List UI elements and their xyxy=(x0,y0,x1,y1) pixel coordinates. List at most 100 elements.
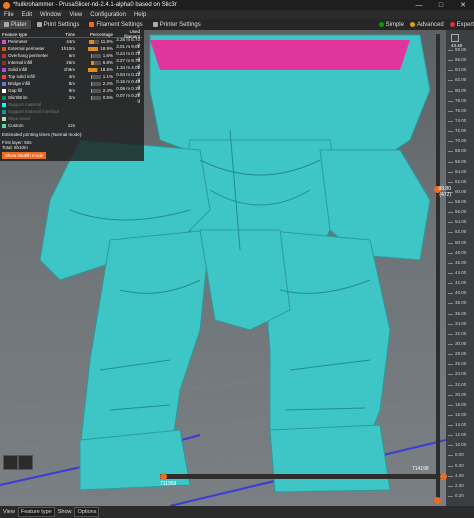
show-stealth-mode-button[interactable]: Show stealth mode xyxy=(2,152,47,159)
3d-view-toggle-icon[interactable] xyxy=(3,455,18,470)
legend-feature: Perimeter xyxy=(2,39,59,44)
slider-tick-label: 6.00 xyxy=(455,462,464,468)
used-length: 0.06 m xyxy=(116,85,130,91)
slider-tick-label: 62.00 xyxy=(455,178,467,184)
slider-tick-mark xyxy=(448,465,453,467)
current-layer-number: (472) xyxy=(439,192,451,198)
legend-panel: Feature type Time Percentage Used filame… xyxy=(0,29,144,161)
slider-tick-mark xyxy=(448,151,453,153)
tab-plater[interactable]: Plater xyxy=(0,20,31,29)
slider-lower-handle[interactable] xyxy=(434,497,441,504)
slider-tick-mark xyxy=(448,414,453,416)
slider-tick-label: 52.00 xyxy=(455,229,467,235)
slider-tick-label: 80.00 xyxy=(455,87,467,93)
feature-name: Bridge infill xyxy=(8,81,31,86)
percentage-bar-fill xyxy=(90,81,92,86)
feature-percentage: 18.5% xyxy=(75,67,113,72)
tab-print-settings[interactable]: Print Settings xyxy=(33,20,84,29)
feature-name: Support material xyxy=(8,102,42,107)
slider-tick-mark xyxy=(448,404,453,406)
feature-time: 9m xyxy=(68,88,75,93)
mode-label: Advanced xyxy=(416,21,444,28)
view-label: View xyxy=(3,509,15,515)
slider-tick-label: 46.00 xyxy=(455,259,467,265)
slider-tick-label: 20.00 xyxy=(455,391,467,397)
percentage-bar-fill xyxy=(88,67,98,72)
percentage-bar-fill xyxy=(90,74,92,79)
menu-file[interactable]: File xyxy=(0,12,18,18)
close-button[interactable]: ✕ xyxy=(452,1,474,9)
menu-configuration[interactable]: Configuration xyxy=(86,12,130,18)
header-percentage: Percentage xyxy=(89,31,113,37)
percentage-bar-fill xyxy=(90,60,95,65)
feature-name: Skirt/Brim xyxy=(8,95,28,100)
slider-tick-label: 10.00 xyxy=(455,442,467,448)
slider-tick-label: 28.00 xyxy=(455,351,467,357)
menu-help[interactable]: Help xyxy=(130,12,150,18)
menu-window[interactable]: Window xyxy=(36,12,65,18)
tab-bar: Plater Print Settings Filament Settings … xyxy=(0,19,474,30)
vertical-layer-slider[interactable] xyxy=(436,34,440,500)
slider-tick-mark xyxy=(448,70,453,72)
expand-icon[interactable] xyxy=(451,34,459,42)
slider-tick-mark xyxy=(448,50,453,51)
view-type-select[interactable]: Feature type xyxy=(17,507,55,517)
slider-tick-mark xyxy=(448,333,453,335)
tab-filament-settings[interactable]: Filament Settings xyxy=(85,20,146,29)
slider-tick-mark xyxy=(448,323,453,325)
percentage-value: 0.5% xyxy=(102,95,113,100)
header-time: Time xyxy=(65,31,75,37)
feature-percentage: 1.1% xyxy=(75,74,113,79)
feature-name: Solid infill xyxy=(8,67,28,72)
feature-time: 8m xyxy=(68,81,75,86)
percentage-bar xyxy=(90,88,101,93)
menu-edit[interactable]: Edit xyxy=(18,12,36,18)
minimize-button[interactable]: — xyxy=(408,2,430,9)
slider-tick-mark xyxy=(448,445,453,447)
percentage-value: 2.2% xyxy=(102,81,113,86)
legend-row[interactable]: Custom 12s xyxy=(2,122,142,129)
hslider-right-handle[interactable] xyxy=(440,473,447,480)
menu-view[interactable]: View xyxy=(65,12,86,18)
mode-dot-icon xyxy=(449,22,455,27)
legend-feature: Gap fill xyxy=(2,88,59,93)
maximize-button[interactable]: □ xyxy=(430,2,452,9)
slider-tick-mark xyxy=(448,313,453,315)
percentage-bar xyxy=(90,60,101,65)
feature-time: 6m xyxy=(68,53,75,58)
slider-tick-label: 82.00 xyxy=(455,77,467,83)
slider-tick-label: 84.00 xyxy=(455,67,467,73)
percentage-bar-fill xyxy=(90,95,92,100)
horizontal-move-slider[interactable] xyxy=(160,474,446,479)
color-swatch-icon xyxy=(2,67,6,72)
legend-row[interactable]: Support material interface xyxy=(2,108,142,115)
legend-row[interactable]: Wipe tower xyxy=(2,115,142,122)
plater-icon xyxy=(4,22,9,27)
used-length: 1.34 m xyxy=(116,64,130,70)
slider-tick-mark xyxy=(448,475,453,477)
percentage-value: 11.8% xyxy=(100,39,113,44)
slider-tick-label: 12.00 xyxy=(455,432,467,438)
slider-tick-label: 36.00 xyxy=(455,310,467,316)
show-label: Show xyxy=(57,509,72,515)
slider-tick-label: 72.00 xyxy=(455,128,467,134)
legend-feature: Solid infill xyxy=(2,67,59,72)
legend-row[interactable]: Skirt/Brim 2m 0.5% 0.07 m 0.21 g xyxy=(2,93,142,103)
tab-label: Plater xyxy=(11,21,27,28)
mode-advanced[interactable]: Advanced xyxy=(409,21,444,28)
mode-expert[interactable]: Expert xyxy=(449,22,474,28)
slider-tick-label: 24.00 xyxy=(455,371,467,377)
mode-dot-icon xyxy=(378,22,384,27)
slider-tick-mark xyxy=(448,273,453,274)
percentage-value: 18.9% xyxy=(100,46,113,51)
mode-simple[interactable]: Simple xyxy=(378,22,404,28)
show-options-select[interactable]: Options xyxy=(74,507,100,517)
tab-printer-settings[interactable]: Printer Settings xyxy=(149,20,205,29)
color-swatch-icon xyxy=(2,123,6,128)
hslider-left-handle[interactable] xyxy=(160,473,167,480)
preview-layers-toggle-icon[interactable] xyxy=(18,455,33,470)
legend-feature: Support material interface xyxy=(2,109,59,114)
color-swatch-icon xyxy=(2,95,6,100)
percentage-value: 6.8% xyxy=(102,60,113,65)
used-length: 3.27 m xyxy=(116,57,130,63)
